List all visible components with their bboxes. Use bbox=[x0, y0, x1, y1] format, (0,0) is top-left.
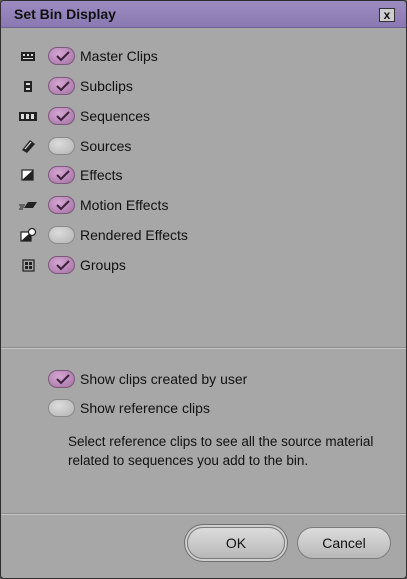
cancel-button[interactable]: Cancel bbox=[297, 527, 391, 559]
motion-effects-checkbox[interactable] bbox=[48, 196, 75, 214]
bin-item-groups[interactable]: Groups bbox=[1, 253, 301, 277]
subclips-checkbox[interactable] bbox=[48, 77, 75, 95]
show-user-clips-checkbox[interactable] bbox=[48, 370, 75, 388]
master-clips-checkbox[interactable] bbox=[48, 47, 75, 65]
option-show-reference-clips[interactable]: Show reference clips bbox=[1, 396, 331, 420]
close-button[interactable]: x bbox=[379, 8, 395, 22]
bin-item-sources[interactable]: Sources bbox=[1, 134, 301, 158]
group-icon bbox=[19, 257, 37, 273]
bin-item-label: Sources bbox=[80, 138, 132, 154]
bin-item-sequences[interactable]: Sequences bbox=[1, 104, 301, 128]
sequences-checkbox[interactable] bbox=[48, 107, 75, 125]
divider bbox=[1, 513, 406, 515]
bin-item-subclips[interactable]: Subclips bbox=[1, 74, 301, 98]
effects-checkbox[interactable] bbox=[48, 166, 75, 184]
bin-item-motion-effects[interactable]: Motion Effects bbox=[1, 193, 301, 217]
bin-item-label: Effects bbox=[80, 167, 123, 183]
rendered-effects-checkbox[interactable] bbox=[48, 226, 75, 244]
bin-item-rendered-effects[interactable]: Rendered Effects bbox=[1, 223, 301, 247]
show-reference-clips-checkbox[interactable] bbox=[48, 399, 75, 417]
set-bin-display-dialog: Set Bin Display x Master Clips Subclips … bbox=[0, 0, 407, 579]
bin-item-label: Rendered Effects bbox=[80, 227, 188, 243]
bin-item-label: Motion Effects bbox=[80, 197, 169, 213]
source-icon bbox=[19, 138, 37, 154]
ok-button[interactable]: OK bbox=[187, 527, 285, 559]
option-show-user-clips[interactable]: Show clips created by user bbox=[1, 367, 331, 391]
bin-item-master-clips[interactable]: Master Clips bbox=[1, 44, 301, 68]
option-label: Show clips created by user bbox=[80, 371, 248, 387]
title-bar[interactable]: Set Bin Display x bbox=[1, 1, 406, 28]
rendered-effect-icon bbox=[19, 227, 37, 243]
divider bbox=[1, 347, 406, 349]
help-text: Select reference clips to see all the so… bbox=[68, 434, 374, 468]
bin-item-label: Sequences bbox=[80, 108, 151, 124]
bin-item-label: Groups bbox=[80, 257, 126, 273]
bin-item-effects[interactable]: Effects bbox=[1, 163, 301, 187]
sources-checkbox[interactable] bbox=[48, 137, 75, 155]
sequence-icon bbox=[19, 108, 37, 124]
bin-item-label: Master Clips bbox=[80, 48, 158, 64]
option-label: Show reference clips bbox=[80, 400, 210, 416]
effect-icon bbox=[19, 167, 37, 183]
groups-checkbox[interactable] bbox=[48, 256, 75, 274]
motion-effect-icon bbox=[19, 197, 37, 213]
bin-item-label: Subclips bbox=[80, 78, 133, 94]
master-clip-icon bbox=[19, 48, 37, 64]
subclip-icon bbox=[19, 78, 37, 94]
dialog-title: Set Bin Display bbox=[14, 6, 116, 22]
